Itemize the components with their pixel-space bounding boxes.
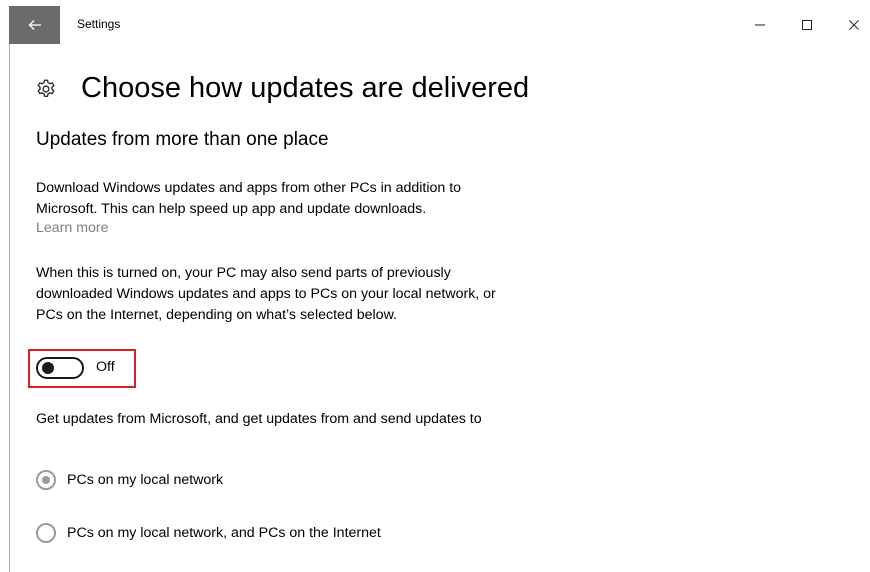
radio-option-local-network[interactable]: PCs on my local network — [36, 470, 223, 490]
window-title: Settings — [77, 17, 121, 31]
window-border — [9, 44, 10, 572]
radio-label: PCs on my local network, and PCs on the … — [67, 525, 381, 541]
close-button[interactable] — [831, 6, 870, 44]
maximize-button[interactable] — [784, 6, 830, 44]
detail-text: When this is turned on, your PC may also… — [36, 265, 496, 323]
options-prompt: Get updates from Microsoft, and get upda… — [36, 411, 482, 427]
title-bar: Settings — [9, 6, 870, 44]
page-header: Choose how updates are delivered — [35, 72, 529, 105]
back-arrow-icon — [28, 20, 41, 30]
back-button[interactable] — [9, 6, 60, 44]
radio-button[interactable] — [36, 523, 56, 543]
description-text: Download Windows updates and apps from o… — [36, 180, 462, 217]
gear-icon — [37, 79, 55, 97]
maximize-icon — [802, 20, 812, 30]
section-title: Updates from more than one place — [36, 129, 329, 150]
minimize-icon — [755, 24, 765, 26]
toggle-knob — [42, 362, 54, 374]
minimize-button[interactable] — [737, 6, 783, 44]
radio-label: PCs on my local network — [67, 472, 224, 488]
learn-more-link[interactable]: Learn more — [36, 220, 109, 236]
radio-button[interactable] — [36, 470, 56, 490]
toggle-state-label: Off — [96, 359, 115, 375]
delivery-optimization-toggle[interactable] — [36, 357, 84, 379]
page-title: Choose how updates are delivered — [81, 72, 530, 104]
settings-window: Settings Choose how updates are delivere… — [0, 0, 870, 572]
close-icon — [849, 20, 859, 30]
radio-option-local-and-internet[interactable]: PCs on my local network, and PCs on the … — [36, 523, 381, 543]
